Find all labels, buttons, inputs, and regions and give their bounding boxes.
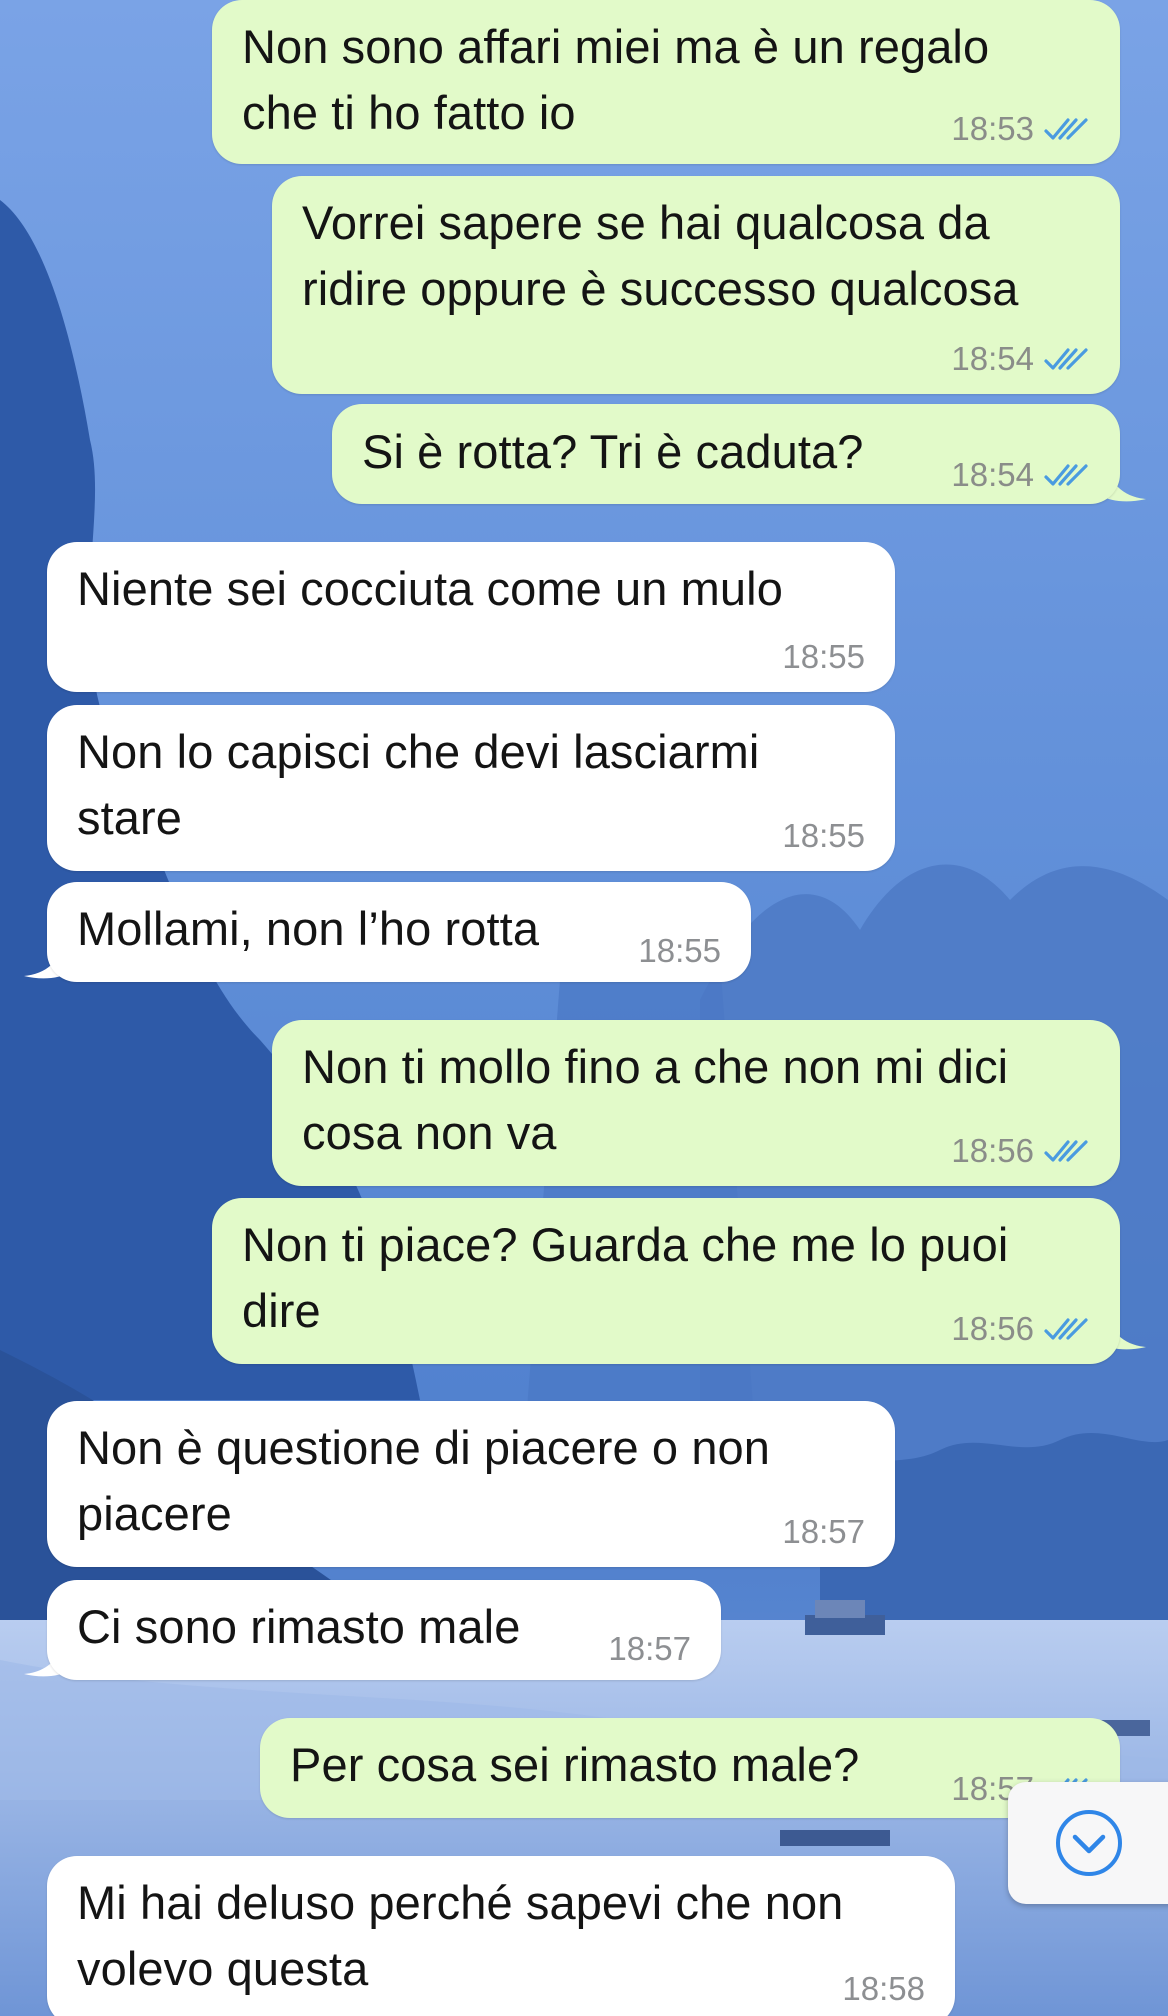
message-text: Ci sono rimasto male	[77, 1600, 521, 1653]
message-time: 18:58	[842, 1970, 925, 2007]
read-double-tick-icon	[1044, 464, 1088, 486]
message-bubble-outgoing[interactable]: Per cosa sei rimasto male? 18:57	[260, 1718, 1120, 1818]
message-text: Non lo capisci che devi lasciarmi stare	[77, 725, 760, 844]
message-time: 18:57	[782, 1513, 865, 1550]
chevron-down-circle-icon	[1056, 1810, 1122, 1876]
message-text: Mollami, non l’ho rotta	[77, 902, 540, 955]
message-bubble-outgoing[interactable]: Non sono affari miei ma è un regalo che …	[212, 0, 1120, 164]
message-meta: 18:55	[782, 817, 865, 855]
message-bubble-incoming[interactable]: Ci sono rimasto male 18:57	[47, 1580, 721, 1680]
message-time: 18:54	[951, 340, 1034, 377]
message-time: 18:55	[782, 638, 865, 675]
message-bubble-outgoing[interactable]: Non ti piace? Guarda che me lo puoi dire…	[212, 1198, 1120, 1364]
message-meta: 18:57	[608, 1630, 691, 1668]
message-meta: 18:58	[842, 1970, 925, 2008]
message-meta: 18:53	[951, 110, 1090, 148]
scroll-to-bottom-button[interactable]	[1008, 1782, 1168, 1904]
message-meta: 18:55	[638, 932, 721, 970]
read-double-tick-icon	[1044, 118, 1088, 140]
message-bubble-outgoing[interactable]: Si è rotta? Tri è caduta? 18:54	[332, 404, 1120, 504]
message-time: 18:54	[951, 456, 1034, 493]
message-bubble-incoming[interactable]: Mi hai deluso perché sapevi che non vole…	[47, 1856, 955, 2016]
message-bubble-incoming[interactable]: Non lo capisci che devi lasciarmi stare …	[47, 705, 895, 871]
message-meta: 18:54	[951, 456, 1090, 494]
message-time: 18:57	[608, 1630, 691, 1667]
message-time: 18:56	[951, 1310, 1034, 1347]
message-time: 18:56	[951, 1132, 1034, 1169]
message-text: Non è questione di piacere o non piacere	[77, 1421, 771, 1540]
message-meta: 18:55	[782, 638, 865, 676]
message-time: 18:55	[782, 817, 865, 854]
message-time: 18:55	[638, 932, 721, 969]
message-text: Vorrei sapere se hai qualcosa da ridire …	[302, 196, 1019, 315]
read-double-tick-icon	[1044, 1140, 1088, 1162]
message-bubble-outgoing[interactable]: Non ti mollo fino a che non mi dici cosa…	[272, 1020, 1120, 1186]
message-time: 18:53	[951, 110, 1034, 147]
message-bubble-incoming[interactable]: Niente sei cocciuta come un mulo 18:55	[47, 542, 895, 692]
message-text: Niente sei cocciuta come un mulo	[77, 562, 783, 615]
message-bubble-incoming[interactable]: Mollami, non l’ho rotta 18:55	[47, 882, 751, 982]
message-text: Mi hai deluso perché sapevi che non vole…	[77, 1876, 844, 1995]
message-bubble-outgoing[interactable]: Vorrei sapere se hai qualcosa da ridire …	[272, 176, 1120, 394]
message-meta: 18:56	[951, 1310, 1090, 1348]
message-meta: 18:56	[951, 1132, 1090, 1170]
message-meta: 18:54	[951, 340, 1090, 378]
read-double-tick-icon	[1044, 1318, 1088, 1340]
read-double-tick-icon	[1044, 348, 1088, 370]
message-bubble-incoming[interactable]: Non è questione di piacere o non piacere…	[47, 1401, 895, 1567]
message-meta: 18:57	[782, 1513, 865, 1551]
